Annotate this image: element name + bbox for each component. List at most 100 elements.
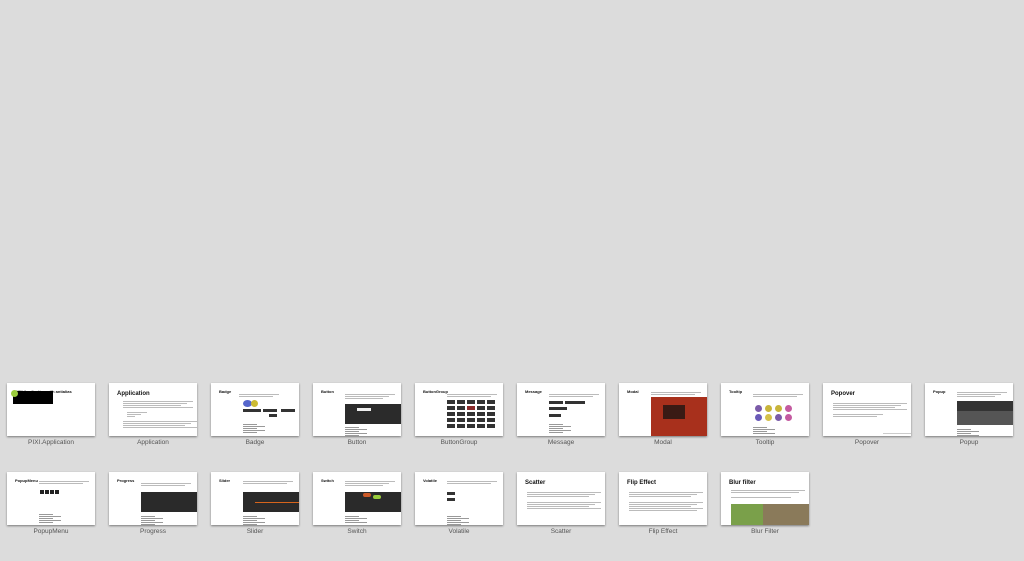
slide-tile[interactable]: Badge Badge xyxy=(211,383,299,446)
slide-tile[interactable]: Switch Switch xyxy=(313,472,401,535)
text-line xyxy=(527,504,595,505)
slide-thumbnail[interactable]: PIXI.Application with antialias xyxy=(7,383,95,436)
slide-title: Switch xyxy=(321,478,334,483)
text-line xyxy=(141,485,185,486)
slide-thumbnail[interactable]: Switch xyxy=(313,472,401,525)
text-line xyxy=(239,396,273,397)
slide-thumbnail[interactable]: Button xyxy=(313,383,401,436)
slide-tile[interactable]: Blur filter Blur Filter xyxy=(721,472,809,535)
slide-thumbnail[interactable]: Message xyxy=(517,383,605,436)
slide-thumbnail[interactable]: Scatter xyxy=(517,472,605,525)
slide-tile[interactable]: Popover Popover xyxy=(823,383,911,446)
slide-title: Scatter xyxy=(525,480,546,486)
menu-square xyxy=(50,490,54,494)
slide-tile[interactable]: PIXI.Application with antialias PIXI.Appl… xyxy=(7,383,95,446)
slide-caption: Progress xyxy=(139,528,166,535)
text-line xyxy=(629,496,691,497)
button-block xyxy=(477,406,485,410)
slide-tile[interactable]: Popup Popup xyxy=(925,383,1013,446)
text-line xyxy=(527,494,595,495)
code-line xyxy=(447,522,469,523)
text-line xyxy=(123,427,197,428)
text-line xyxy=(629,494,697,495)
slide-thumbnail[interactable]: Blur filter xyxy=(721,472,809,525)
tooltip-dot xyxy=(775,405,782,412)
slide-tile[interactable]: Volatile Volatile xyxy=(415,472,503,535)
code-line xyxy=(243,424,257,425)
text-line xyxy=(123,401,193,402)
progress-panel xyxy=(141,492,197,512)
button-block xyxy=(477,400,485,404)
slide-tile[interactable]: Application Application xyxy=(109,383,197,446)
code-line xyxy=(345,522,367,523)
text-line xyxy=(651,394,695,395)
slide-tile[interactable]: Modal Modal xyxy=(619,383,707,446)
slide-caption: Flip Effect xyxy=(648,528,678,535)
slide-caption: Volatile xyxy=(448,528,470,535)
slide-thumbnail[interactable]: Slider xyxy=(211,472,299,525)
slide-tile[interactable]: Button Button xyxy=(313,383,401,446)
slide-thumbnail[interactable]: Progress xyxy=(109,472,197,525)
slide-grid: PIXI.Application with antialias PIXI.Appl… xyxy=(7,383,1024,561)
button-block xyxy=(487,418,495,422)
code-line xyxy=(243,524,257,525)
slide-tile[interactable]: ButtonGroup ButtonGroup xyxy=(415,383,503,446)
text-line xyxy=(629,510,697,511)
slide-title: Popover xyxy=(831,391,856,397)
button-block xyxy=(477,418,485,422)
text-line xyxy=(549,396,593,397)
slide-thumbnail[interactable]: Tooltip xyxy=(721,383,809,436)
slide-thumbnail[interactable]: ButtonGroup xyxy=(415,383,503,436)
text-line xyxy=(239,394,279,395)
slide-thumbnail[interactable]: Popup xyxy=(925,383,1013,436)
slide-thumbnail[interactable]: Application xyxy=(109,383,197,436)
slide-thumbnail[interactable]: Popover xyxy=(823,383,911,436)
message-button xyxy=(549,401,563,404)
slide-tile[interactable]: Slider Slider xyxy=(211,472,299,535)
slide-tile[interactable]: Scatter Scatter xyxy=(517,472,605,535)
code-line xyxy=(957,433,971,434)
button-block xyxy=(467,406,475,410)
slide-thumbnail[interactable]: Volatile xyxy=(415,472,503,525)
text-line xyxy=(527,506,589,507)
slide-tile[interactable]: Progress Progress xyxy=(109,472,197,535)
text-line xyxy=(243,481,293,482)
tooltip-dot xyxy=(765,414,772,421)
slide-thumbnail[interactable]: Flip Effect xyxy=(619,472,707,525)
slide-title: PopupMenu xyxy=(15,478,38,483)
tooltip-dot xyxy=(755,414,762,421)
code-line xyxy=(243,428,257,429)
text-line xyxy=(123,423,191,424)
modal-dialog xyxy=(663,405,685,419)
slide-tile[interactable]: PopupMenu PopupMenu xyxy=(7,472,95,535)
button-block xyxy=(487,406,495,410)
code-line xyxy=(345,518,367,519)
slide-caption: Tooltip xyxy=(755,439,775,446)
button-block xyxy=(263,409,277,412)
code-line xyxy=(243,432,257,433)
button-block xyxy=(477,412,485,416)
slide-tile[interactable]: Tooltip Tooltip xyxy=(721,383,809,446)
button-block xyxy=(467,412,475,416)
text-line xyxy=(123,403,187,404)
text-line xyxy=(957,396,995,397)
slide-thumbnail[interactable]: PopupMenu xyxy=(7,472,95,525)
code-line xyxy=(141,520,155,521)
slide-caption: PopupMenu xyxy=(33,528,69,535)
code-line xyxy=(141,524,155,525)
slide-tile[interactable]: Flip Effect Flip Effect xyxy=(619,472,707,535)
text-line xyxy=(123,405,181,406)
popover-edge xyxy=(883,433,911,434)
slide-thumbnail[interactable]: Modal xyxy=(619,383,707,436)
text-line xyxy=(345,396,389,397)
hedgehog-image xyxy=(763,504,809,525)
button-block xyxy=(457,400,465,404)
code-line xyxy=(345,429,367,430)
green-circle xyxy=(11,390,18,397)
slide-tile[interactable]: Message Message xyxy=(517,383,605,446)
slide-thumbnail[interactable]: Badge xyxy=(211,383,299,436)
code-line xyxy=(957,435,979,436)
button-block xyxy=(447,418,455,422)
code-line xyxy=(141,516,155,517)
text-line xyxy=(833,407,895,408)
